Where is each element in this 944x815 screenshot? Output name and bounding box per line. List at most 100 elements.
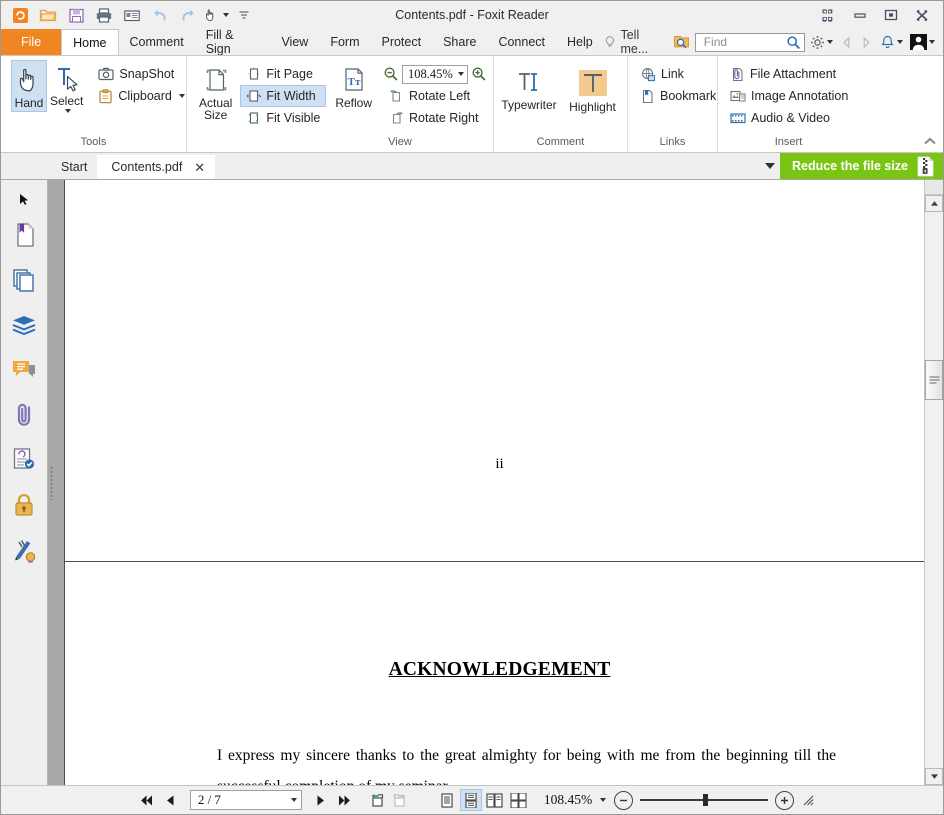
pane-splitter[interactable] [48,180,56,785]
typewriter-button[interactable]: Typewriter [500,64,558,114]
zoom-in-button[interactable] [775,791,794,810]
menu-fill-sign[interactable]: Fill & Sign [195,29,271,55]
zoom-input[interactable]: 108.45% [402,65,468,84]
search-input[interactable] [702,34,786,50]
settings-button[interactable] [808,31,835,53]
acknowledgement-paragraph: I express my sincere thanks to the great… [217,740,836,785]
scrollbar-track[interactable] [925,212,943,768]
tab-list-dropdown[interactable] [758,153,780,179]
page-number-input[interactable]: 2 / 7 [190,790,302,810]
zoom-slider[interactable] [640,793,768,807]
menu-protect[interactable]: Protect [370,29,432,55]
minimize-button[interactable] [845,2,875,28]
hand-tool-button[interactable]: Hand [11,60,47,112]
scrollbar-thumb[interactable] [925,360,943,400]
close-button[interactable] [907,2,937,28]
last-page-button[interactable] [334,789,356,811]
select-cursor-icon [52,65,82,93]
fit-width-button[interactable]: Fit Width [240,85,326,107]
menu-help[interactable]: Help [556,29,604,55]
audio-video-label: Audio & Video [751,111,830,125]
highlight-button[interactable]: Highlight [564,64,621,116]
ribbon-group-insert-label: Insert [718,136,859,152]
document-viewport[interactable]: Seminar Guide Head of the Department ii … [56,180,943,785]
previous-view-button[interactable] [366,789,388,811]
menu-comment[interactable]: Comment [119,29,195,55]
create-pdf-button[interactable] [7,3,33,27]
actual-size-button[interactable]: Actual Size [195,60,236,124]
sidebar-item-bookmarks[interactable] [2,212,46,257]
tab-contents-pdf[interactable]: Contents.pdf ✕ [97,155,215,179]
tell-me-label: Tell me... [620,28,665,56]
first-page-button[interactable] [136,789,158,811]
account-button[interactable] [908,31,937,53]
sidebar-item-attachments[interactable] [2,392,46,437]
scroll-up-button[interactable] [925,195,943,212]
save-button[interactable] [63,3,89,27]
next-view-button[interactable] [390,789,412,811]
select-tool-button[interactable]: Select [47,60,86,116]
print-button[interactable] [91,3,117,27]
menu-form[interactable]: Form [319,29,370,55]
sidebar-item-digital-ids[interactable] [2,437,46,482]
image-annotation-button[interactable]: Image Annotation [724,85,854,107]
tab-start[interactable]: Start [47,155,97,179]
zoom-out-icon[interactable] [383,66,399,82]
prev-page-button[interactable] [160,789,182,811]
fit-visible-button[interactable]: Fit Visible [240,107,326,129]
customize-toolbar-button[interactable] [231,3,257,27]
audio-video-button[interactable]: Audio & Video [724,107,854,129]
back-button[interactable] [838,31,855,53]
collapse-ribbon-button[interactable] [923,137,937,149]
zoom-slider-knob[interactable] [703,794,708,806]
zoom-control[interactable]: 108.45% [383,63,487,85]
undo-button[interactable] [147,3,173,27]
link-button[interactable]: Link [634,63,722,85]
menu-file[interactable]: File [1,29,61,55]
sidebar-item-sign[interactable] [2,527,46,572]
next-page-button[interactable] [310,789,332,811]
sidebar-item-pages[interactable] [2,257,46,302]
search-document-icon[interactable] [671,31,692,53]
link-globe-icon [640,67,656,82]
menu-connect[interactable]: Connect [487,29,556,55]
open-button[interactable] [35,3,61,27]
continuous-facing-layout-button[interactable] [508,789,530,811]
snapshot-button[interactable]: SnapShot [92,63,191,85]
vertical-scrollbar[interactable] [924,180,943,785]
forward-button[interactable] [858,31,875,53]
chevron-down-icon [897,40,903,44]
scroll-down-button[interactable] [925,768,943,785]
fit-page-button[interactable]: Fit Page [240,63,326,85]
resize-grip-icon[interactable] [798,789,820,811]
single-page-layout-button[interactable] [436,789,458,811]
zoom-out-button[interactable] [614,791,633,810]
menu-share[interactable]: Share [432,29,487,55]
file-attachment-button[interactable]: File Attachment [724,63,854,85]
notification-button[interactable] [878,31,905,53]
menu-view[interactable]: View [270,29,319,55]
close-x-icon[interactable]: ✕ [194,161,205,174]
redo-button[interactable] [175,3,201,27]
sidebar-item-comments[interactable] [2,347,46,392]
facing-layout-button[interactable] [484,789,506,811]
email-button[interactable] [119,3,145,27]
thumb-grip-icon [929,376,940,385]
reflow-button[interactable]: Tт Reflow [332,60,375,112]
fullscreen-button[interactable] [814,2,844,28]
menu-home[interactable]: Home [61,29,118,55]
reduce-file-size-button[interactable]: Reduce the file size [780,153,943,179]
rotate-right-button[interactable]: Rotate Right [383,107,487,129]
chevron-down-icon[interactable] [600,798,606,802]
bookmark-button[interactable]: Bookmark [634,85,722,107]
sidebar-item-layers[interactable] [2,302,46,347]
tell-me-button[interactable]: Tell me... [604,28,668,56]
find-input-wrapper[interactable] [695,33,805,52]
rotate-left-button[interactable]: Rotate Left [383,85,487,107]
hand-pointer-icon[interactable] [203,3,229,27]
maximize-button[interactable] [876,2,906,28]
clipboard-button[interactable]: Clipboard [92,85,191,107]
continuous-layout-button[interactable] [460,789,482,811]
sidebar-item-security[interactable] [2,482,46,527]
zoom-in-icon[interactable] [471,66,487,82]
